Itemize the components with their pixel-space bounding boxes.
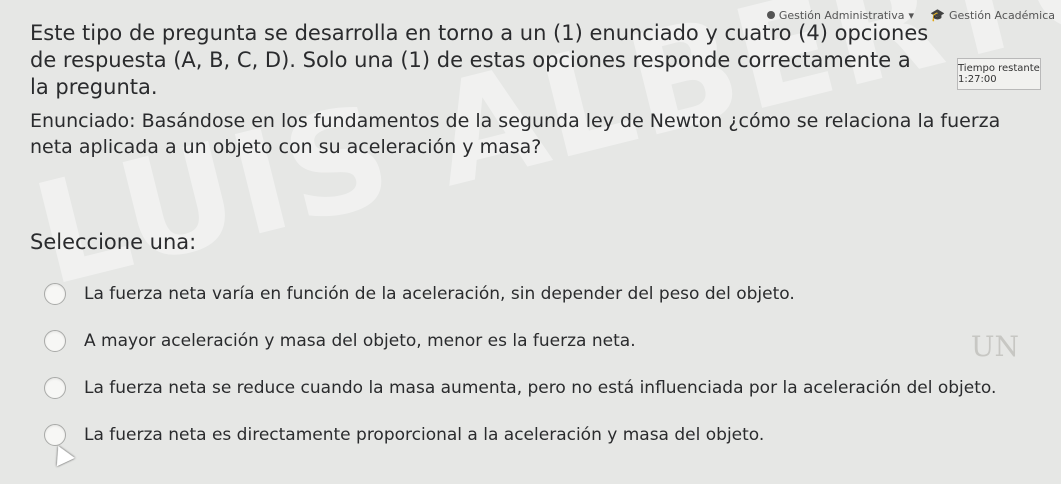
menu-dot-icon xyxy=(766,11,775,19)
radio-button[interactable] xyxy=(44,330,66,352)
answer-option-label: La fuerza neta se reduce cuando la masa … xyxy=(84,378,997,398)
radio-button[interactable] xyxy=(44,377,66,399)
question-intro: Este tipo de pregunta se desarrolla en t… xyxy=(30,21,929,99)
radio-button[interactable] xyxy=(44,283,66,305)
time-remaining-label: Tiempo restante 1:27:00 xyxy=(958,63,1040,85)
answer-option-b[interactable]: A mayor aceleración y masa del objeto, m… xyxy=(44,327,996,355)
graduation-cap-icon: 🎓 xyxy=(930,8,945,22)
answer-option-label: La fuerza neta es directamente proporcio… xyxy=(84,425,765,445)
answer-option-c[interactable]: La fuerza neta se reduce cuando la masa … xyxy=(44,374,996,402)
answer-options: La fuerza neta varía en función de la ac… xyxy=(44,280,996,468)
question-statement: Enunciado: Basándose en los fundamentos … xyxy=(30,110,1001,158)
answer-option-a[interactable]: La fuerza neta varía en función de la ac… xyxy=(44,280,996,308)
answer-option-label: A mayor aceleración y masa del objeto, m… xyxy=(84,331,636,351)
academic-menu-label: Gestión Académica xyxy=(948,8,1055,22)
answer-option-label: La fuerza neta varía en función de la ac… xyxy=(84,284,795,304)
time-remaining: Tiempo restante 1:27:00 xyxy=(957,58,1041,90)
answer-option-d[interactable]: La fuerza neta es directamente proporcio… xyxy=(44,421,996,449)
university-logo: UN xyxy=(970,330,1019,363)
academic-menu[interactable]: 🎓 Gestión Académica xyxy=(930,8,1055,22)
select-label: Seleccione una: xyxy=(30,230,197,254)
